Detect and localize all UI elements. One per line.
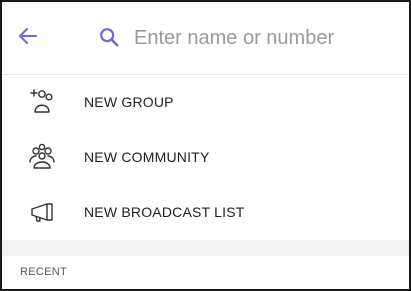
new-community-label: NEW COMMUNITY [84,149,210,165]
new-broadcast-list-label: NEW BROADCAST LIST [84,204,245,220]
add-group-icon [28,88,56,116]
section-divider [2,240,409,256]
recent-section-header: RECENT [20,266,68,278]
new-group-label: NEW GROUP [84,94,174,110]
search-bar [2,2,409,75]
megaphone-icon [28,198,56,226]
new-group-item[interactable]: NEW GROUP [2,74,409,130]
new-broadcast-list-item[interactable]: NEW BROADCAST LIST [2,184,409,240]
new-community-item[interactable]: NEW COMMUNITY [2,129,409,185]
arrow-left-icon [19,28,37,44]
search-icon [98,26,120,48]
search-input[interactable] [134,22,394,54]
back-button[interactable] [16,24,40,48]
new-chat-panel: NEW GROUP NEW COMMUNITY NEW BROADC [0,0,411,291]
community-icon [28,143,56,171]
